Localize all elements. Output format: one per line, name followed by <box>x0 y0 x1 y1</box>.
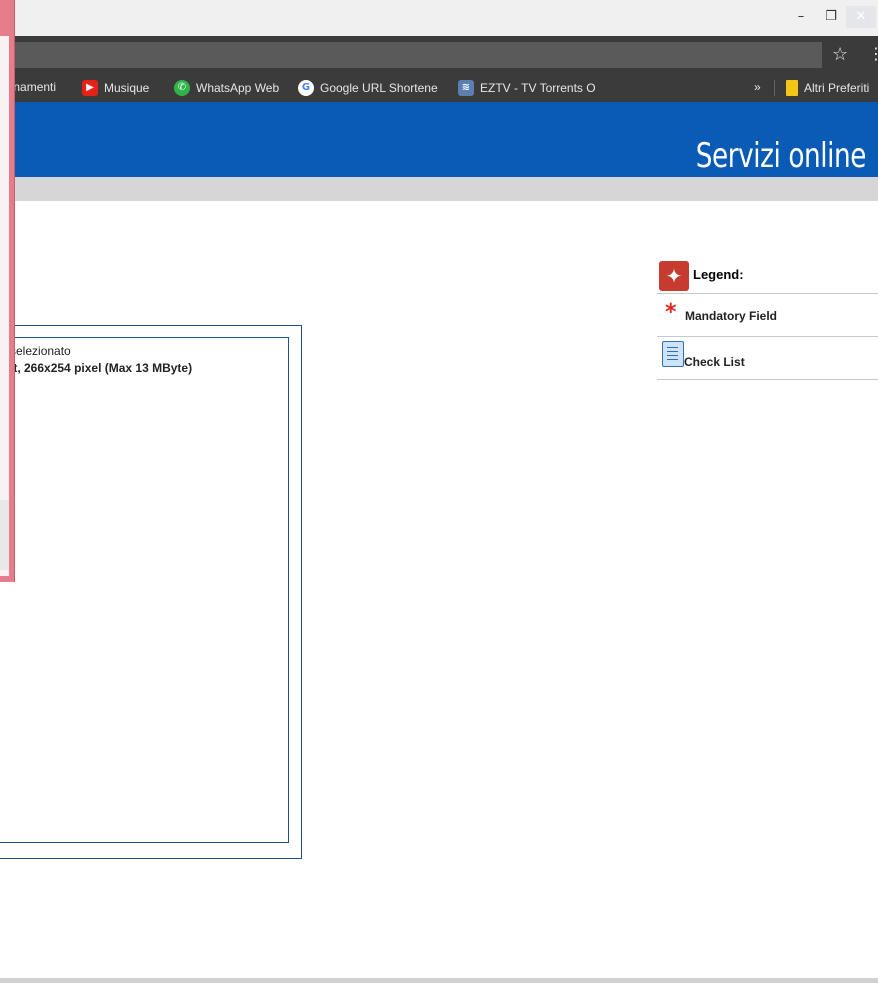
window-titlebar: – ❐ ✕ <box>0 0 878 36</box>
overflow-chevron-icon: » <box>754 80 761 94</box>
footer-divider <box>0 978 878 983</box>
legend-panel: ✦ Legend: * Mandatory Field Check List <box>657 259 878 380</box>
youtube-icon: ▶ <box>82 80 98 96</box>
bookmark-star-icon[interactable]: ☆ <box>832 44 848 65</box>
whatsapp-icon: ✆ <box>174 80 190 96</box>
clipboard-icon <box>662 341 684 367</box>
asterisk-icon: * <box>665 300 677 325</box>
bookmark-label: WhatsApp Web <box>196 81 280 95</box>
bookmark-label: Altri Preferiti <box>804 81 870 95</box>
site-header: Servizi online <box>0 102 878 177</box>
bookmark-musique[interactable]: ▶ Musique <box>82 80 149 96</box>
folder-icon <box>786 80 798 96</box>
minimize-button[interactable]: – <box>786 6 816 28</box>
nav-strip <box>0 177 878 201</box>
bookmarks-bar: egnamenti ▶ Musique ✆ WhatsApp Web G Goo… <box>0 74 878 102</box>
address-bar: ☆ ⋮ <box>0 36 878 74</box>
page-title: Servizi online <box>695 136 867 176</box>
legend-item-checklist: Check List <box>657 337 878 380</box>
upload-panel-inner <box>0 337 289 843</box>
bookmarks-divider <box>774 80 775 96</box>
bookmark-label: EZTV - TV Torrents O <box>480 81 596 95</box>
overlay-scrollbar[interactable] <box>0 500 9 570</box>
bookmark-label: Google URL Shortene <box>320 81 438 95</box>
bookmark-whatsapp[interactable]: ✆ WhatsApp Web <box>174 80 279 96</box>
overlay-window-content <box>0 36 9 576</box>
bookmarks-overflow-button[interactable]: » <box>754 80 761 94</box>
eztv-icon: ≋ <box>458 80 474 96</box>
pin-icon: ✦ <box>659 261 689 291</box>
checklist-label: Check List <box>684 355 745 369</box>
legend-item-mandatory: * Mandatory Field <box>657 294 878 337</box>
close-button[interactable]: ✕ <box>846 6 876 28</box>
restore-button[interactable]: ❐ <box>816 6 846 28</box>
google-icon: G <box>298 80 314 96</box>
bookmark-eztv[interactable]: ≋ EZTV - TV Torrents O <box>458 80 596 96</box>
mandatory-label: Mandatory Field <box>685 309 778 323</box>
upload-requirements-text: ast, 266x254 pixel (Max 13 MByte) <box>0 361 193 375</box>
bookmark-other-favorites[interactable]: Altri Preferiti <box>786 80 869 96</box>
legend-title: Legend: <box>693 267 744 282</box>
url-input[interactable] <box>0 42 822 68</box>
legend-header: ✦ Legend: <box>657 259 878 294</box>
browser-menu-icon[interactable]: ⋮ <box>868 44 878 63</box>
bookmark-label: Musique <box>104 81 150 95</box>
bookmark-google-url-shortener[interactable]: G Google URL Shortene <box>298 80 438 96</box>
overlay-window[interactable] <box>0 0 15 582</box>
